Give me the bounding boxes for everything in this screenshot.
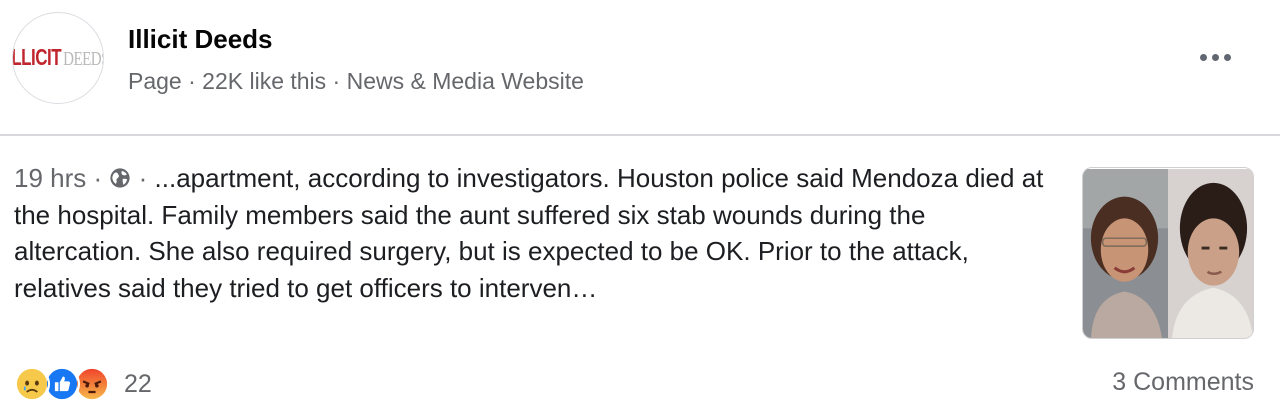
reaction-count: 22	[124, 369, 152, 398]
sad-reaction-icon	[14, 366, 50, 402]
logo-text-primary: ILLICIT	[12, 44, 62, 71]
photo-left	[1083, 169, 1168, 338]
dot-icon	[1199, 53, 1207, 61]
post-timestamp[interactable]: 19 hrs	[14, 163, 86, 193]
reactions-bar[interactable]: 22	[14, 366, 152, 402]
post-header: ILLICIT DEEDS Illicit Deeds Page · 22K l…	[0, 0, 1280, 134]
page-name-link[interactable]: Illicit Deeds	[128, 24, 273, 55]
logo-text-secondary: DEEDS	[63, 48, 103, 71]
comments-link[interactable]: 3 Comments	[1112, 368, 1254, 397]
meta-separator: ·	[138, 163, 148, 193]
globe-icon	[110, 168, 131, 188]
post-text: ...apartment, according to investigators…	[14, 163, 1044, 303]
page-avatar[interactable]: ILLICIT DEEDS	[12, 12, 104, 104]
more-options-button[interactable]	[1192, 42, 1238, 72]
dot-icon	[1211, 53, 1219, 61]
photo-right	[1168, 169, 1253, 338]
post-thumbnail[interactable]	[1082, 167, 1254, 339]
post-body: 19 hrs · · ...apartment, according to in…	[14, 160, 1054, 306]
meta-separator: ·	[93, 163, 103, 193]
header-divider	[0, 134, 1280, 136]
dot-icon	[1223, 53, 1231, 61]
page-logo: ILLICIT DEEDS	[12, 44, 103, 72]
page-meta-text: Page · 22K like this · News & Media Webs…	[128, 68, 584, 94]
